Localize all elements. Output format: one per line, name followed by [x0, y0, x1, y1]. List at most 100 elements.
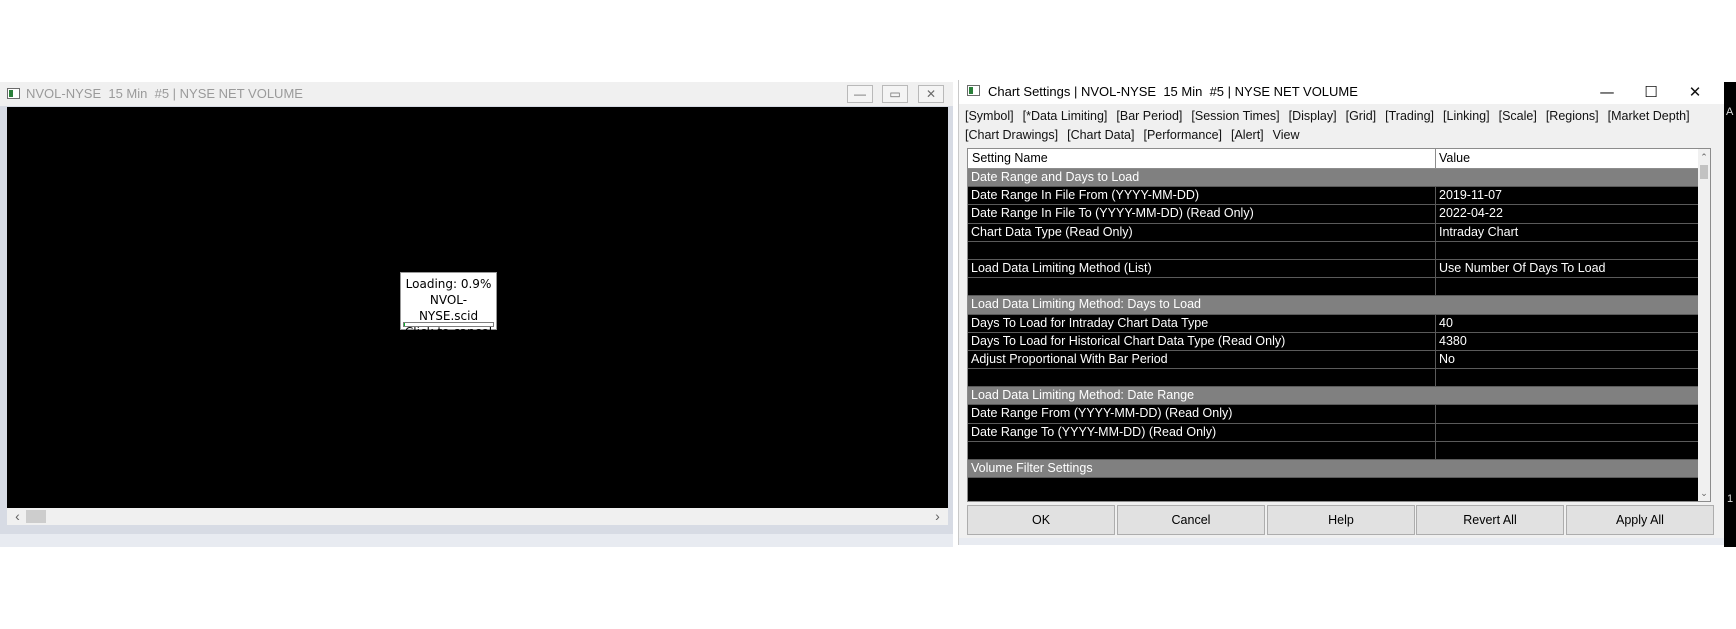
- setting-name-cell: Load Data Limiting Method (List): [968, 259, 1436, 278]
- tab-chart-drawings[interactable]: [Chart Drawings]: [965, 126, 1058, 145]
- tab-display[interactable]: [Display]: [1289, 107, 1337, 126]
- loading-dialog[interactable]: Loading: 0.9% NVOL-NYSE.scid Click to ca…: [400, 272, 497, 339]
- scroll-thumb[interactable]: [1700, 165, 1708, 179]
- setting-name-cell: Date Range To (YYYY-MM-DD) (Read Only): [968, 423, 1436, 441]
- grid-section-header[interactable]: Volume Filter Settings: [968, 460, 1698, 479]
- tab-view[interactable]: View: [1273, 126, 1300, 145]
- ok-button[interactable]: OK: [967, 505, 1115, 535]
- setting-name-cell: [968, 278, 1436, 296]
- setting-value-cell[interactable]: Use Number Of Days To Load: [1436, 260, 1701, 277]
- chart-window-titlebar[interactable]: NVOL-NYSE 15 Min #5 | NYSE NET VOLUME — …: [0, 82, 953, 106]
- setting-value-cell[interactable]: [1436, 369, 1701, 386]
- tab-linking[interactable]: [Linking]: [1443, 107, 1490, 126]
- dialog-titlebar[interactable]: Chart Settings | NVOL-NYSE 15 Min #5 | N…: [959, 80, 1725, 104]
- setting-name-cell: Date Range In File To (YYYY-MM-DD) (Read…: [968, 205, 1436, 223]
- grid-row[interactable]: Days To Load for Intraday Chart Data Typ…: [968, 314, 1701, 333]
- tabs-row-1: [Symbol] [*Data Limiting] [Bar Period] [Ses…: [965, 107, 1695, 126]
- grid-row[interactable]: Date Range To (YYYY-MM-DD) (Read Only): [968, 423, 1701, 442]
- tab-symbol[interactable]: [Symbol]: [965, 107, 1014, 126]
- tab-grid[interactable]: [Grid]: [1346, 107, 1377, 126]
- scroll-down-icon[interactable]: ⌄: [1698, 486, 1710, 500]
- horizontal-scrollbar[interactable]: ‹ ›: [7, 508, 948, 525]
- scroll-up-icon[interactable]: ⌃: [1698, 150, 1710, 164]
- restore-button[interactable]: ▭: [882, 85, 908, 103]
- grid-row[interactable]: [968, 369, 1701, 388]
- grid-section-header[interactable]: Date Range and Days to Load: [968, 169, 1698, 188]
- tab-performance[interactable]: [Performance]: [1143, 126, 1222, 145]
- setting-name-cell: Load Data Limiting Method: Days to Load: [971, 297, 1201, 312]
- scroll-left-icon[interactable]: ‹: [9, 508, 26, 525]
- setting-value-cell[interactable]: [1436, 405, 1701, 422]
- edge-text-bottom: 1: [1727, 493, 1734, 505]
- grid-rows: Date Range and Days to Load Date Range In…: [968, 169, 1701, 479]
- tab-alert[interactable]: [Alert]: [1231, 126, 1264, 145]
- revert-all-button[interactable]: Revert All: [1416, 505, 1564, 535]
- close-button[interactable]: ✕: [918, 85, 944, 103]
- setting-value-cell[interactable]: [1436, 278, 1701, 295]
- tab-scale[interactable]: [Scale]: [1499, 107, 1537, 126]
- close-icon[interactable]: ✕: [1673, 80, 1717, 104]
- setting-name-cell: Date Range From (YYYY-MM-DD) (Read Only): [968, 405, 1436, 423]
- tab-regions[interactable]: [Regions]: [1546, 107, 1599, 126]
- column-header-value[interactable]: Value: [1436, 149, 1701, 168]
- grid-row[interactable]: Date Range In File From (YYYY-MM-DD) 2019…: [968, 187, 1701, 206]
- dialog-bottom-edge: [959, 538, 1725, 545]
- loading-progress-fill: [404, 323, 405, 326]
- setting-name-cell: Days To Load for Historical Chart Data T…: [968, 332, 1436, 350]
- vertical-scrollbar[interactable]: ⌃ ⌄: [1698, 149, 1710, 501]
- setting-name-cell: Load Data Limiting Method: Date Range: [971, 388, 1195, 403]
- setting-value-cell[interactable]: Intraday Chart: [1436, 224, 1701, 241]
- grid-row[interactable]: Days To Load for Historical Chart Data T…: [968, 332, 1701, 351]
- setting-name-cell: Adjust Proportional With Bar Period: [968, 350, 1436, 369]
- help-button[interactable]: Help: [1267, 505, 1415, 535]
- setting-name-cell: Chart Data Type (Read Only): [968, 223, 1436, 241]
- grid-row[interactable]: Chart Data Type (Read Only) Intraday Char…: [968, 223, 1701, 242]
- tab-session-times[interactable]: [Session Times]: [1191, 107, 1279, 126]
- setting-name-cell: Date Range and Days to Load: [971, 170, 1140, 184]
- setting-value-cell[interactable]: 40: [1436, 315, 1701, 332]
- chart-area[interactable]: Loading: 0.9% NVOL-NYSE.scid Click to ca…: [7, 107, 948, 508]
- background-window-edge: A 1: [1724, 82, 1736, 547]
- dialog-title: Chart Settings | NVOL-NYSE 15 Min #5 | N…: [988, 84, 1358, 99]
- setting-name-cell: Date Range In File From (YYYY-MM-DD): [968, 187, 1436, 205]
- tabs-row-2: [Chart Drawings] [Chart Data] [Performance…: [965, 126, 1695, 145]
- grid-header: Setting Name Value: [968, 149, 1710, 169]
- grid-row[interactable]: [968, 441, 1701, 460]
- tab-bar-period[interactable]: [Bar Period]: [1116, 107, 1182, 126]
- setting-value-cell[interactable]: 4380: [1436, 333, 1701, 350]
- setting-value-cell[interactable]: 2019-11-07: [1436, 187, 1701, 204]
- settings-grid: Setting Name Value Date Range and Days t…: [967, 148, 1711, 502]
- grid-row[interactable]: Date Range In File To (YYYY-MM-DD) (Read…: [968, 205, 1701, 224]
- cancel-button[interactable]: Cancel: [1117, 505, 1265, 535]
- minimize-button[interactable]: —: [847, 85, 873, 103]
- setting-value-cell[interactable]: No: [1436, 351, 1701, 368]
- tab-market-depth[interactable]: [Market Depth]: [1608, 107, 1690, 126]
- grid-row[interactable]: Date Range From (YYYY-MM-DD) (Read Only): [968, 405, 1701, 424]
- setting-value-cell[interactable]: [1436, 442, 1701, 459]
- grid-row[interactable]: Adjust Proportional With Bar Period No: [968, 350, 1701, 370]
- scroll-right-icon[interactable]: ›: [929, 508, 946, 525]
- setting-name-cell: [968, 369, 1436, 387]
- tab-chart-data[interactable]: [Chart Data]: [1067, 126, 1134, 145]
- setting-value-cell[interactable]: [1436, 424, 1701, 441]
- edge-text-top: A: [1726, 106, 1734, 118]
- grid-row[interactable]: Load Data Limiting Method (List) Use Numb…: [968, 259, 1701, 279]
- setting-name-cell: Volume Filter Settings: [971, 461, 1093, 475]
- apply-all-button[interactable]: Apply All: [1566, 505, 1714, 535]
- setting-value-cell[interactable]: [1436, 242, 1701, 259]
- chart-window: NVOL-NYSE 15 Min #5 | NYSE NET VOLUME — …: [0, 82, 953, 547]
- grid-row[interactable]: [968, 278, 1701, 297]
- grid-row[interactable]: [968, 241, 1701, 260]
- grid-section-header[interactable]: Load Data Limiting Method: Days to Load: [968, 296, 1698, 315]
- setting-value-cell[interactable]: 2022-04-22: [1436, 205, 1701, 222]
- minimize-icon[interactable]: —: [1585, 80, 1629, 104]
- column-header-setting-name[interactable]: Setting Name: [968, 149, 1436, 168]
- settings-tabs: [Symbol] [*Data Limiting] [Bar Period] [Ses…: [965, 107, 1695, 145]
- loading-file: NVOL-NYSE.scid: [418, 293, 479, 323]
- grid-section-header[interactable]: Load Data Limiting Method: Date Range: [968, 387, 1698, 406]
- setting-name-cell: Days To Load for Intraday Chart Data Typ…: [968, 314, 1436, 332]
- tab-trading[interactable]: [Trading]: [1385, 107, 1434, 126]
- tab-data-limiting[interactable]: [*Data Limiting]: [1023, 107, 1108, 126]
- scroll-thumb[interactable]: [26, 510, 46, 523]
- maximize-icon[interactable]: ☐: [1629, 80, 1673, 104]
